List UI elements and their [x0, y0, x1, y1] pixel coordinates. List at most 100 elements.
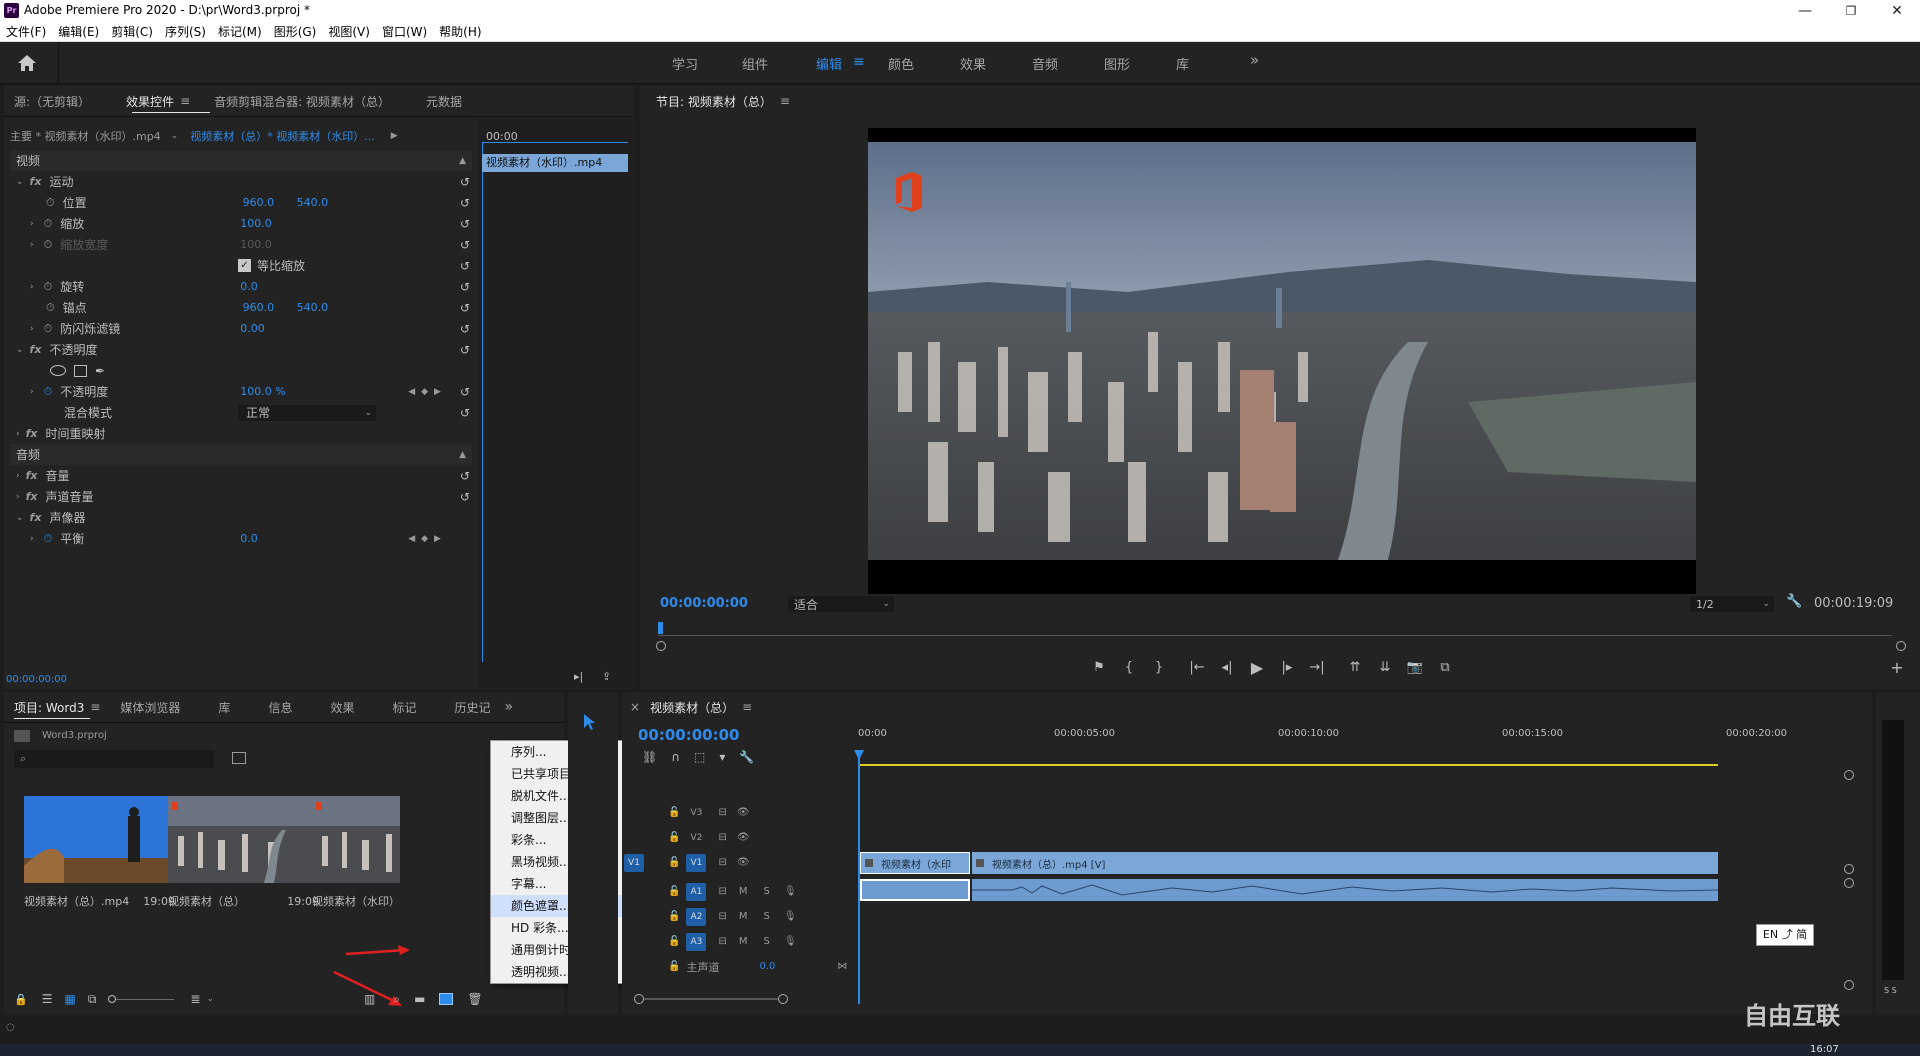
mini-clip-bar[interactable]: 视频素材（水印）.mp4 [482, 154, 628, 172]
track-label[interactable]: A1 [686, 882, 707, 901]
opacity-row[interactable]: ⌄ fx 不透明度 ↺ [10, 339, 472, 360]
workspace-editing[interactable]: 编辑 [816, 54, 842, 73]
workspace-learn[interactable]: 学习 [672, 54, 698, 73]
freeform-view-icon[interactable]: ⧉ [88, 992, 97, 1007]
sync-lock-icon[interactable]: ⊟ [718, 857, 726, 868]
lock-icon[interactable]: 🔓 [668, 911, 680, 922]
blend-mode-select[interactable]: 正常 ⌄ [238, 404, 376, 421]
item-thumbnail[interactable] [24, 796, 175, 883]
sync-lock-icon[interactable]: ⊟ [718, 832, 726, 843]
chevron-right-icon[interactable]: › [30, 534, 34, 544]
add-keyframe-icon[interactable]: ◆ [421, 534, 428, 544]
workspace-graphics[interactable]: 图形 [1104, 54, 1130, 73]
tab-effect-controls[interactable]: 效果控件 [126, 93, 174, 110]
collapse-up-icon[interactable]: ▲ [459, 450, 466, 460]
zoom-slider-track[interactable] [116, 998, 175, 1000]
playhead-handle-icon[interactable] [854, 750, 864, 760]
tab-menu-icon[interactable]: ≡ [180, 94, 190, 108]
tab-project[interactable]: 项目: Word3 [14, 699, 84, 716]
track-label[interactable]: V2 [686, 829, 706, 847]
project-search-field[interactable]: ⌕ [14, 750, 214, 768]
reset-icon[interactable]: ↺ [458, 175, 472, 189]
tab-metadata[interactable]: 元数据 [426, 93, 462, 110]
mark-out-icon[interactable]: } [1148, 657, 1170, 679]
program-menu-icon[interactable]: ≡ [780, 94, 790, 108]
prev-keyframe-icon[interactable]: ◀ [408, 534, 415, 544]
workspace-libraries[interactable]: 库 [1176, 54, 1189, 73]
fx-icon[interactable]: fx [30, 175, 42, 188]
zoom-handle-left[interactable] [656, 641, 666, 651]
solo-button[interactable]: S [763, 886, 769, 897]
stopwatch-icon[interactable]: ⏱ [44, 217, 53, 231]
linked-selection-icon[interactable]: ⬚ [694, 750, 705, 764]
maximize-button[interactable]: ❐ [1828, 0, 1874, 22]
new-search-bin-icon[interactable] [232, 752, 246, 764]
menu-window[interactable]: 窗口(W) [376, 22, 433, 42]
sync-lock-icon[interactable]: ⊟ [718, 936, 726, 947]
sync-lock-icon[interactable]: ⊟ [718, 886, 726, 897]
timeline-settings-wrench-icon[interactable]: 🔧 [739, 750, 754, 764]
reset-icon[interactable]: ↺ [458, 280, 472, 294]
go-to-in-icon[interactable]: |← [1186, 657, 1208, 679]
program-playhead[interactable] [658, 622, 663, 634]
eye-icon[interactable]: 👁 [737, 857, 750, 868]
h-scroll-bar[interactable] [644, 998, 778, 1000]
program-timecode[interactable]: 00:00:00:00 [660, 596, 748, 611]
reset-icon[interactable]: ↺ [458, 259, 472, 273]
source-patch-v1[interactable]: V1 [624, 853, 644, 872]
chevron-right-icon[interactable]: › [16, 429, 20, 439]
volume-row[interactable]: › fx 音量 ↺ [10, 465, 472, 486]
add-keyframe-icon[interactable]: ◆ [421, 387, 428, 397]
v-scroll-handle[interactable] [1844, 770, 1854, 780]
tab-effects[interactable]: 效果 [330, 699, 354, 716]
comparison-view-icon[interactable]: ⧉ [1434, 657, 1456, 679]
chevron-down-icon[interactable]: ⌄ [16, 345, 24, 355]
microphone-icon[interactable]: 🎙 [784, 936, 797, 947]
tab-markers[interactable]: 标记 [392, 699, 416, 716]
lock-icon[interactable]: 🔓 [668, 857, 680, 868]
master-value[interactable]: 0.0 [759, 961, 775, 972]
mini-timeline[interactable]: 00:00 视频素材（水印）.mp4 [478, 118, 634, 688]
master-go-to-icon[interactable]: ⋈ [837, 961, 847, 972]
workspace-color[interactable]: 颜色 [888, 54, 914, 73]
h-scroll-handle-right[interactable] [778, 994, 788, 1004]
tab-libraries[interactable]: 库 [218, 699, 230, 716]
reset-icon[interactable]: ↺ [458, 385, 472, 399]
resolution-select[interactable]: 1/2 ⌄ [1690, 596, 1774, 612]
lock-icon[interactable]: 🔓 [668, 936, 680, 947]
tab-menu-icon[interactable]: ≡ [90, 700, 100, 714]
tab-media-browser[interactable]: 媒体浏览器 [120, 699, 180, 716]
work-area-bar[interactable] [858, 764, 1718, 766]
extract-icon[interactable]: ⇊ [1374, 657, 1396, 679]
chevron-down-icon[interactable]: ⌄ [206, 994, 214, 1004]
reset-icon[interactable]: ↺ [458, 469, 472, 483]
lock-icon[interactable]: 🔓 [668, 807, 680, 818]
magnet-icon[interactable]: ∩ [671, 750, 680, 764]
timeline-close-icon[interactable]: × [630, 700, 640, 714]
next-keyframe-icon[interactable]: ▶ [434, 387, 441, 397]
timeline-title[interactable]: 视频素材（总） [650, 699, 734, 716]
close-button[interactable]: ✕ [1874, 0, 1920, 22]
stopwatch-icon[interactable]: ⏱ [44, 385, 53, 399]
chevron-right-icon[interactable]: › [16, 471, 20, 481]
timeline-playhead[interactable] [858, 752, 860, 1004]
timeline-menu-icon[interactable]: ≡ [742, 700, 752, 714]
fx-icon[interactable]: fx [26, 490, 38, 503]
sync-lock-icon[interactable]: ⊟ [718, 807, 726, 818]
tab-audio-clip-mixer[interactable]: 音频剪辑混合器: 视频素材（总） [214, 93, 390, 110]
rectangle-mask-icon[interactable] [74, 364, 87, 377]
workspace-audio[interactable]: 音频 [1032, 54, 1058, 73]
track-label[interactable]: A2 [686, 907, 707, 926]
chevron-right-icon[interactable]: › [30, 219, 34, 229]
stopwatch-icon[interactable]: ⏱ [44, 280, 53, 294]
effect-controls-timecode[interactable]: 00:00:00:00 [6, 674, 67, 685]
microphone-icon[interactable]: 🎙 [784, 911, 797, 922]
video-frame[interactable] [868, 128, 1696, 594]
position-x-value[interactable]: 960.0 [243, 196, 297, 209]
project-search-input[interactable] [30, 752, 201, 766]
motion-row[interactable]: ⌄ fx 运动 ↺ [10, 171, 472, 192]
lock-icon[interactable]: 🔒 [14, 993, 28, 1006]
opacity-value[interactable]: 100.0 % [240, 385, 408, 398]
timeline-clip-a1[interactable] [972, 879, 1719, 901]
v-scroll-handle[interactable] [1844, 864, 1854, 874]
